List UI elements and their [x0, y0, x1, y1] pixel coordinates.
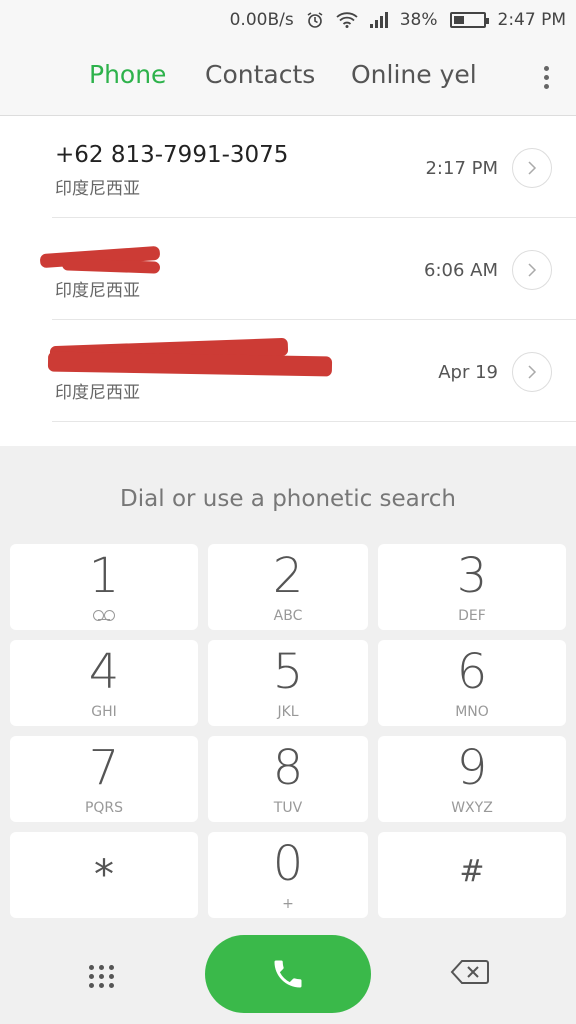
dial-key-2[interactable]: 2 ABC: [208, 544, 368, 630]
key-digit: 6: [456, 644, 488, 700]
key-letters: WXYZ: [451, 800, 493, 816]
call-location: 印度尼西亚: [55, 281, 140, 301]
tab-online-yel[interactable]: Online yel: [351, 60, 477, 89]
signal-icon: [369, 12, 388, 28]
key-digit: 0: [272, 836, 304, 892]
key-digit: #: [459, 854, 485, 889]
redaction-mark: [61, 258, 161, 274]
key-letters: PQRS: [84, 800, 124, 816]
key-digit: 1: [88, 548, 120, 604]
chevron-right-icon: [528, 161, 537, 175]
dialpad-hint: Dial or use a phonetic search: [120, 486, 456, 512]
call-log: +62 813-7991-3075 印度尼西亚 2:17 PM 印度尼西亚 6:…: [0, 116, 576, 446]
call-details-button[interactable]: [512, 250, 552, 290]
dial-key-6[interactable]: 6 MNO: [378, 640, 566, 726]
call-log-item[interactable]: +62 813-7991-3075 印度尼西亚 2:17 PM: [52, 116, 576, 218]
dial-key-4[interactable]: 4 GHI: [10, 640, 198, 726]
battery-percent: 38%: [399, 10, 438, 30]
call-location: 印度尼西亚: [55, 179, 140, 199]
key-letters: DEF: [458, 608, 486, 624]
chevron-right-icon: [528, 365, 537, 379]
key-letters: MNO: [455, 704, 489, 720]
call-location: 印度尼西亚: [55, 383, 140, 403]
backspace-icon[interactable]: [450, 958, 494, 988]
more-menu-icon[interactable]: [542, 66, 550, 89]
dialpad-toggle-icon[interactable]: [84, 958, 120, 994]
clock: 2:47 PM: [497, 10, 567, 30]
redaction-mark: [47, 351, 333, 377]
key-letters: ABC: [273, 608, 303, 624]
call-log-item[interactable]: 印度尼西亚 Apr 19: [47, 320, 576, 422]
status-bar: 0.00B/s 38% 2:47 PM: [0, 0, 576, 40]
battery-fill: [453, 16, 465, 24]
key-digit: 5: [272, 644, 304, 700]
dial-key-1[interactable]: 1: [10, 544, 198, 630]
call-time: 6:06 AM: [424, 260, 498, 281]
battery-icon: [449, 12, 489, 28]
dial-key-5[interactable]: 5 JKL: [208, 640, 368, 726]
tab-phone[interactable]: Phone: [89, 60, 166, 89]
call-log-item[interactable]: 印度尼西亚 6:06 AM: [39, 218, 576, 320]
tab-contacts[interactable]: Contacts: [205, 60, 315, 89]
key-digit: 7: [88, 740, 120, 796]
dial-key-9[interactable]: 9 WXYZ: [378, 736, 566, 822]
dial-key-star[interactable]: *: [10, 832, 198, 918]
phone-icon: [274, 960, 302, 988]
alarm-icon: [306, 11, 324, 29]
dial-key-7[interactable]: 7 PQRS: [10, 736, 198, 822]
call-time: 2:17 PM: [425, 158, 498, 179]
call-number: +62 813-7991-3075: [55, 142, 289, 168]
dialer-action-bar: [0, 932, 576, 1024]
key-digit: 8: [272, 740, 304, 796]
key-digit: *: [94, 852, 114, 898]
key-digit: 4: [88, 644, 120, 700]
dial-key-hash[interactable]: #: [378, 832, 566, 918]
call-button[interactable]: [205, 935, 371, 1013]
key-letters: GHI: [91, 704, 117, 720]
network-speed: 0.00B/s: [229, 10, 294, 30]
key-letters: TUV: [273, 800, 303, 816]
key-digit: 2: [272, 548, 304, 604]
key-digit: 9: [456, 740, 488, 796]
dial-key-8[interactable]: 8 TUV: [208, 736, 368, 822]
dial-key-0[interactable]: 0 +: [208, 832, 368, 918]
call-details-button[interactable]: [512, 148, 552, 188]
call-details-button[interactable]: [512, 352, 552, 392]
tab-bar: Phone Contacts Online yel: [0, 40, 576, 116]
dial-key-3[interactable]: 3 DEF: [378, 544, 566, 630]
key-letters: JKL: [277, 704, 299, 720]
wifi-icon: [336, 12, 358, 28]
key-letters: +: [282, 896, 294, 912]
voicemail-icon: [10, 608, 198, 624]
chevron-right-icon: [528, 263, 537, 277]
call-time: Apr 19: [438, 362, 498, 383]
key-digit: 3: [456, 548, 488, 604]
